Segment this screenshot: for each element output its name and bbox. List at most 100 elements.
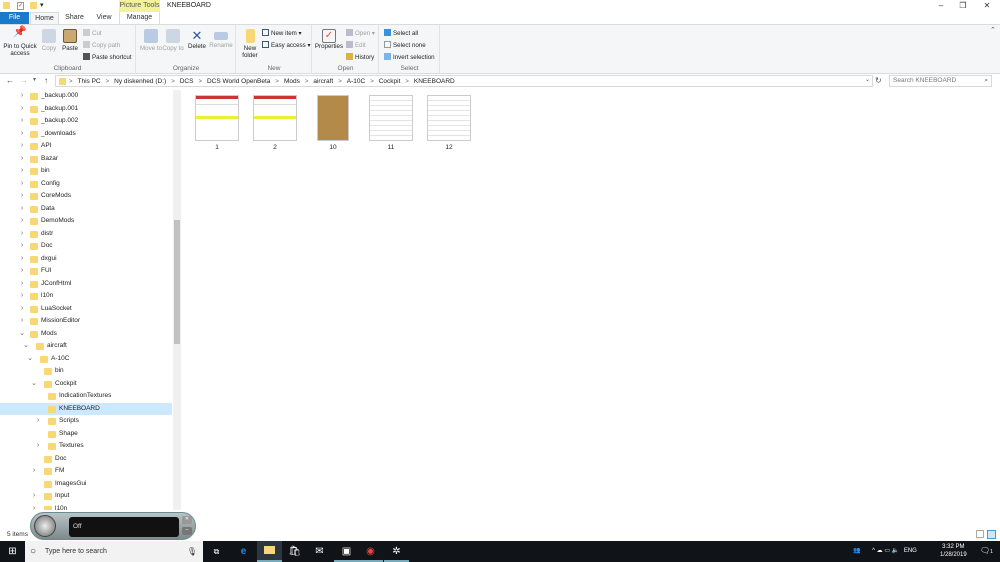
tab-manage[interactable]: Manage: [119, 12, 160, 24]
select-none-button[interactable]: Select none: [393, 42, 426, 49]
tree-item[interactable]: › CoreMods: [0, 190, 172, 203]
easy-access-button[interactable]: Easy access: [271, 42, 306, 49]
chevron-right-icon[interactable]: ›: [19, 115, 25, 128]
chevron-right-icon[interactable]: ›: [19, 240, 25, 253]
chevron-right-icon[interactable]: ›: [19, 278, 25, 291]
breadcrumb-separator-icon[interactable]: >: [275, 79, 279, 85]
network-icon[interactable]: ▭: [884, 548, 890, 554]
chevron-down-icon[interactable]: ⌄: [27, 353, 33, 366]
tab-view[interactable]: View: [90, 12, 118, 24]
microphone-button[interactable]: [34, 515, 56, 537]
chevron-right-icon[interactable]: ›: [19, 190, 25, 203]
tree-item[interactable]: › Data: [0, 203, 172, 216]
breadcrumb-item[interactable]: aircraft: [313, 78, 333, 85]
breadcrumb-separator-icon[interactable]: >: [338, 79, 342, 85]
move-to-button[interactable]: Move to: [140, 45, 162, 52]
tree-item[interactable]: › Config: [0, 178, 172, 191]
chevron-right-icon[interactable]: ›: [19, 290, 25, 303]
tree-item[interactable]: › _backup.001: [0, 103, 172, 116]
cut-button[interactable]: Cut: [92, 30, 102, 37]
chevron-right-icon[interactable]: ›: [19, 315, 25, 328]
start-button[interactable]: ⊞: [0, 541, 25, 562]
chevron-right-icon[interactable]: ›: [31, 503, 37, 511]
tree-item[interactable]: › _backup.002: [0, 115, 172, 128]
new-folder-quick-icon[interactable]: [30, 2, 37, 9]
tree-item[interactable]: Shape: [0, 428, 172, 441]
tree-item[interactable]: › Textures: [0, 440, 172, 453]
tree-item[interactable]: ⌄ Cockpit: [0, 378, 172, 391]
tree-item[interactable]: › _backup.000: [0, 90, 172, 103]
chevron-right-icon[interactable]: ›: [19, 140, 25, 153]
search-input[interactable]: Search KNEEBOARD ⌕: [889, 75, 992, 87]
tree-item[interactable]: › Doc: [0, 240, 172, 253]
tree-item[interactable]: › DemoMods: [0, 215, 172, 228]
chevron-down-icon[interactable]: ⌄: [19, 328, 25, 341]
app-icon[interactable]: ▣: [334, 541, 359, 562]
chevron-down-icon[interactable]: ⌄: [23, 340, 29, 353]
tree-item[interactable]: › l10n: [0, 503, 172, 511]
paste-button[interactable]: Paste: [62, 45, 78, 52]
nav-scrollbar-thumb[interactable]: [174, 220, 180, 344]
breadcrumb-separator-icon[interactable]: >: [370, 79, 374, 85]
close-button[interactable]: ✕: [976, 0, 998, 12]
chevron-right-icon[interactable]: ›: [19, 265, 25, 278]
breadcrumb-item[interactable]: Ny diskenhed (D:): [114, 78, 166, 85]
properties-button[interactable]: Properties: [315, 43, 343, 50]
breadcrumb-separator-icon[interactable]: >: [69, 79, 73, 85]
address-bar[interactable]: > This PC > Ny diskenhed (D:) > DCS > DCS World…: [55, 75, 873, 87]
breadcrumb-item[interactable]: Mods: [284, 78, 300, 85]
details-view-button[interactable]: [976, 530, 984, 538]
copy-to-button[interactable]: Copy to: [162, 45, 183, 52]
tree-item[interactable]: › FUI: [0, 265, 172, 278]
file-item[interactable]: 10: [310, 95, 356, 151]
tree-item[interactable]: › dxgui: [0, 253, 172, 266]
file-item[interactable]: 11: [368, 95, 414, 151]
taskbar-search-input[interactable]: ○ Type here to search 🎙: [25, 541, 203, 562]
breadcrumb-item[interactable]: A-10C: [347, 78, 365, 85]
paste-shortcut-button[interactable]: Paste shortcut: [92, 54, 132, 61]
minimize-button[interactable]: –: [930, 0, 952, 12]
up-button[interactable]: ↑: [44, 76, 48, 85]
tree-item[interactable]: › JConfHtml: [0, 278, 172, 291]
breadcrumb-item[interactable]: DCS: [180, 78, 194, 85]
chevron-right-icon[interactable]: ›: [19, 178, 25, 191]
copy-button[interactable]: Copy: [42, 45, 56, 52]
chevron-right-icon[interactable]: ›: [19, 253, 25, 266]
breadcrumb-item[interactable]: Cockpit: [379, 78, 401, 85]
tree-item[interactable]: ⌄ aircraft: [0, 340, 172, 353]
chevron-right-icon[interactable]: ›: [19, 103, 25, 116]
volume-icon[interactable]: 🔈: [892, 548, 899, 554]
chevron-right-icon[interactable]: ›: [19, 215, 25, 228]
tree-item[interactable]: › LuaSocket: [0, 303, 172, 316]
microphone-icon[interactable]: 🎙: [187, 541, 197, 562]
show-hidden-icons[interactable]: ^: [872, 548, 875, 554]
refresh-button[interactable]: ↻: [875, 76, 882, 85]
chevron-right-icon[interactable]: ›: [19, 228, 25, 241]
breadcrumb-item[interactable]: KNEEBOARD: [414, 78, 455, 85]
customize-toolbar-icon[interactable]: ▾: [40, 1, 44, 9]
history-button[interactable]: History: [355, 54, 374, 61]
chevron-right-icon[interactable]: ›: [19, 203, 25, 216]
tree-item[interactable]: › API: [0, 140, 172, 153]
tree-item[interactable]: › l10n: [0, 290, 172, 303]
file-explorer-icon[interactable]: [257, 541, 282, 562]
invert-selection-button[interactable]: Invert selection: [393, 54, 435, 61]
store-icon[interactable]: 🛍: [282, 541, 307, 562]
tree-item[interactable]: ⌄ A-10C: [0, 353, 172, 366]
chevron-right-icon[interactable]: ›: [19, 165, 25, 178]
new-item-button[interactable]: New item: [271, 30, 297, 37]
forward-button[interactable]: →: [20, 76, 28, 85]
chevron-right-icon[interactable]: ›: [19, 128, 25, 141]
tree-item[interactable]: bin: [0, 365, 172, 378]
file-item[interactable]: 2: [252, 95, 298, 151]
speech-minimize-button[interactable]: –: [182, 527, 192, 535]
people-icon[interactable]: 👥: [853, 548, 860, 554]
address-dropdown-icon[interactable]: ⌄: [865, 76, 870, 83]
tree-item[interactable]: › Bazar: [0, 153, 172, 166]
onedrive-icon[interactable]: ☁: [877, 548, 883, 554]
tab-file[interactable]: File: [0, 12, 29, 24]
tree-item[interactable]: › FM: [0, 465, 172, 478]
properties-quick-icon[interactable]: ✓: [17, 2, 24, 10]
recent-locations-button[interactable]: ▾: [33, 76, 36, 83]
chevron-right-icon[interactable]: ›: [19, 153, 25, 166]
